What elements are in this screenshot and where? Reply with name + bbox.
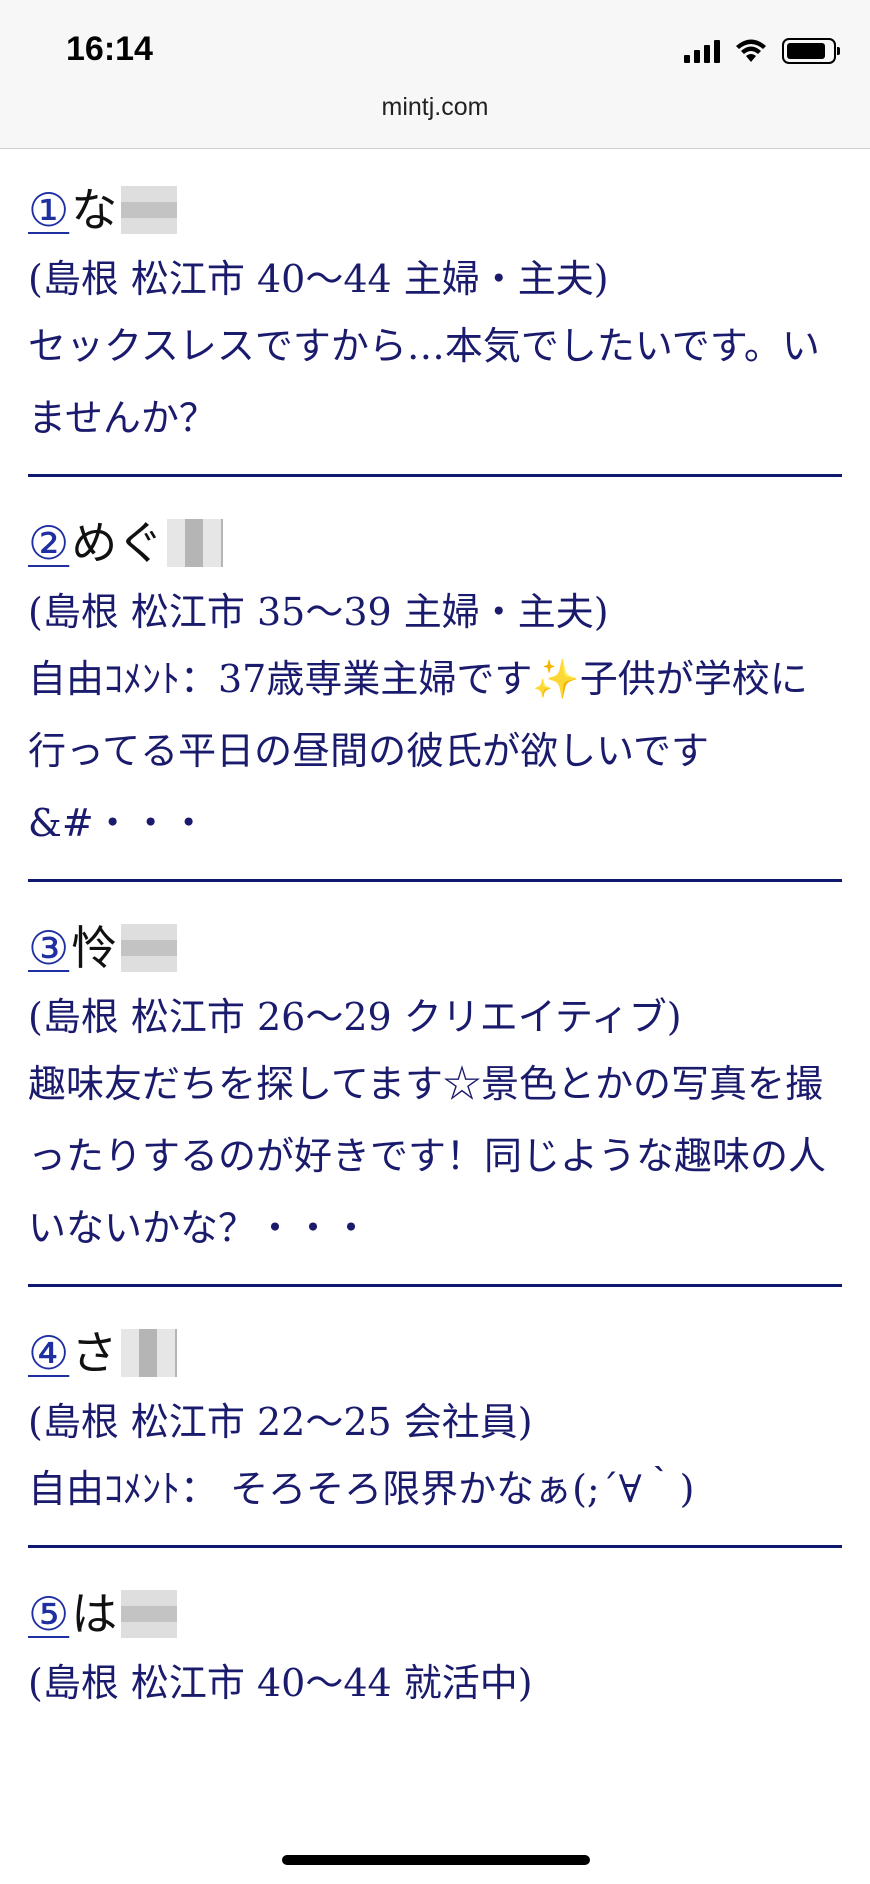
entry-number-link[interactable]: ④ (28, 1321, 69, 1385)
list-item: ② めぐ (島根 松江市 35〜39 主婦・主夫) 自由ｺﾒﾝﾄ：37歳専業主婦… (28, 511, 842, 882)
entry-number-link[interactable]: ① (28, 178, 69, 242)
member-name-line: ⑤ は (28, 1582, 842, 1646)
cellular-signal-icon (684, 39, 720, 63)
home-indicator[interactable] (282, 1855, 590, 1865)
comment-text: 自由ｺﾒﾝﾄ：37歳専業主婦です (28, 657, 533, 701)
battery-icon (782, 38, 840, 64)
blurred-name-image (121, 924, 178, 972)
member-meta: (島根 松江市 35〜39 主婦・主夫) (28, 590, 609, 634)
list-item: ① な (島根 松江市 40〜44 主婦・主夫) セックスレスですから…本気でし… (28, 178, 842, 477)
member-comment: 自由ｺﾒﾝﾄ： そろそろ限界かなぁ(;´∀｀) (28, 1467, 695, 1511)
address-bar-url[interactable]: mintj.com (0, 93, 870, 122)
blurred-name-image (167, 519, 224, 567)
entry-number-link[interactable]: ③ (28, 916, 69, 980)
member-meta: (島根 松江市 40〜44 就活中) (28, 1661, 533, 1705)
member-comment: セックスレスですから…本気でしたいです。いませんか？ (28, 324, 820, 440)
status-icons (684, 34, 840, 68)
member-name: は (71, 1587, 118, 1641)
member-comment: 趣味友だちを探してます☆景色とかの写真を撮ったりするのが好きです！同じような趣味… (28, 1062, 827, 1250)
status-time: 16:14 (66, 30, 153, 68)
member-name: 怜 (71, 921, 118, 975)
sparkles-icon: ✨ (532, 657, 580, 701)
member-comment: 自由ｺﾒﾝﾄ：37歳専業主婦です✨子供が学校に行ってる平日の昼間の彼氏が欲しいで… (28, 643, 842, 859)
entry-number-link[interactable]: ⑤ (28, 1582, 69, 1646)
separator (28, 1545, 842, 1548)
entry-number-link[interactable]: ② (28, 511, 69, 575)
member-name-line: ③ 怜 (28, 916, 842, 980)
blurred-name-image (121, 186, 178, 234)
separator (28, 879, 842, 882)
member-name-line: ④ さ (28, 1321, 842, 1385)
member-list: ① な (島根 松江市 40〜44 主婦・主夫) セックスレスですから…本気でし… (28, 178, 842, 1708)
list-item: ④ さ (島根 松江市 22〜25 会社員) 自由ｺﾒﾝﾄ： そろそろ限界かなぁ… (28, 1321, 842, 1548)
member-name: さ (71, 1326, 118, 1380)
member-name-line: ① な (28, 178, 842, 242)
member-meta: (島根 松江市 40〜44 主婦・主夫) (28, 257, 609, 301)
blurred-name-image (121, 1590, 178, 1638)
member-meta: (島根 松江市 22〜25 会社員) (28, 1400, 533, 1444)
separator (28, 474, 842, 477)
list-item: ⑤ は (島根 松江市 40〜44 就活中) (28, 1582, 842, 1708)
member-name: めぐ (71, 516, 164, 570)
member-meta: (島根 松江市 26〜29 クリエイティブ) (28, 995, 682, 1039)
separator (28, 1284, 842, 1287)
blurred-name-image (121, 1329, 178, 1377)
wifi-icon (736, 39, 766, 62)
browser-chrome: 16:14 mintj.com (0, 0, 870, 149)
member-name-line: ② めぐ (28, 511, 842, 575)
member-name: な (71, 183, 118, 237)
list-item: ③ 怜 (島根 松江市 26〜29 クリエイティブ) 趣味友だちを探してます☆景… (28, 916, 842, 1287)
